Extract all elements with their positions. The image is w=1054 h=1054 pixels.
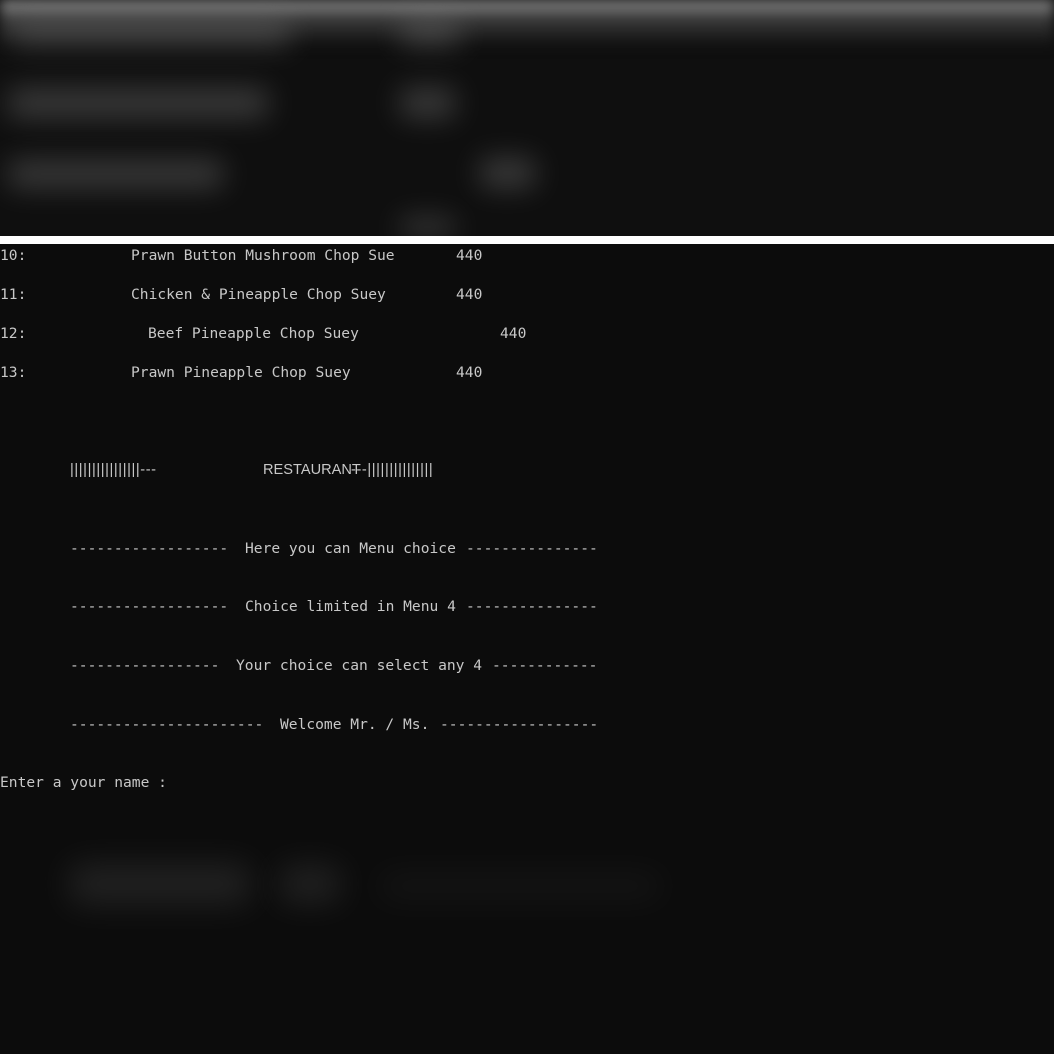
- item-name: Beef Pineapple Chop Suey: [148, 325, 359, 342]
- dash-right: ------------------: [440, 716, 599, 733]
- dash-right: ---------------: [466, 540, 598, 557]
- item-price: 440: [456, 247, 483, 264]
- banner-left-bars: ||||||||||||||||---: [70, 462, 157, 478]
- dash-right: ------------: [492, 657, 598, 674]
- blurred-text-region: [400, 20, 460, 46]
- blurred-text-region: [8, 160, 223, 188]
- dash-left: ------------------: [70, 598, 229, 615]
- blurred-text-region: [380, 874, 660, 898]
- info-text: Your choice can select any 4: [236, 657, 483, 674]
- item-price: 440: [456, 286, 483, 303]
- console-window[interactable]: 10: Prawn Button Mushroom Chop Sue 440 1…: [0, 244, 1054, 1054]
- info-text: Welcome Mr. / Ms.: [280, 716, 430, 733]
- banner-right-bars: ---|||||||||||||||: [351, 462, 434, 478]
- blurred-previous-screenshot: [0, 0, 1054, 236]
- item-index: 12:: [0, 325, 27, 342]
- blurred-text-region: [400, 88, 455, 118]
- item-index: 10:: [0, 247, 27, 264]
- item-name: Chicken & Pineapple Chop Suey: [131, 286, 386, 303]
- item-name: Prawn Button Mushroom Chop Sue: [131, 247, 395, 264]
- item-index: 11:: [0, 286, 27, 303]
- banner-title: RESTAURANT: [263, 462, 361, 478]
- info-text: Choice limited in Menu 4: [245, 598, 456, 615]
- blurred-text-region: [480, 158, 535, 188]
- blurred-text-region: [400, 218, 455, 236]
- dash-left: ----------------------: [70, 716, 264, 733]
- item-index: 13:: [0, 364, 27, 381]
- blurred-text-region: [10, 20, 290, 46]
- dash-right: ---------------: [466, 598, 598, 615]
- screenshot-divider: [0, 236, 1054, 244]
- item-name: Prawn Pineapple Chop Suey: [131, 364, 351, 381]
- dash-left: ------------------: [70, 540, 229, 557]
- blurred-text-region: [280, 866, 340, 902]
- name-prompt: Enter a your name :: [0, 774, 167, 791]
- dash-left: -----------------: [70, 657, 220, 674]
- item-price: 440: [456, 364, 483, 381]
- item-price: 440: [500, 325, 527, 342]
- blurred-text-region: [70, 864, 250, 904]
- blurred-text-region: [8, 88, 268, 118]
- info-text: Here you can Menu choice: [245, 540, 456, 557]
